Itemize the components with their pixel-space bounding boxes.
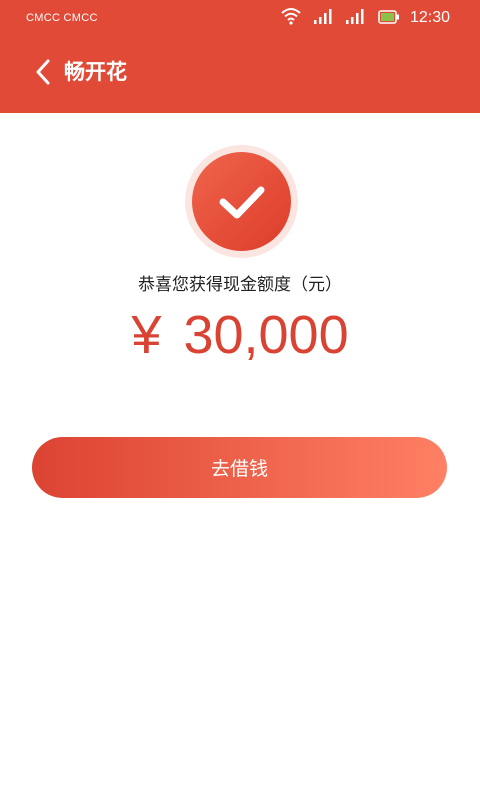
congrats-message: 恭喜您获得现金额度（元）	[138, 275, 342, 295]
signal-icon	[345, 8, 366, 28]
battery-icon	[378, 9, 400, 28]
back-button[interactable]	[28, 56, 58, 88]
page-title: 畅开花	[64, 60, 127, 84]
amount-value: 30,000	[183, 305, 349, 365]
check-icon	[219, 186, 264, 218]
signal-icon	[313, 8, 334, 28]
borrow-button[interactable]: 去借钱	[32, 437, 447, 498]
chevron-left-icon	[36, 59, 50, 85]
status-time: 12:30	[409, 9, 450, 26]
success-badge	[185, 145, 298, 258]
currency-symbol: ¥	[131, 305, 162, 365]
status-icons: 12:30	[268, 6, 450, 30]
status-bar: CMCC CMCC 12:30	[0, 0, 480, 38]
wifi-icon	[280, 7, 302, 29]
nav-bar: 畅开花	[0, 50, 480, 94]
app-header: CMCC CMCC 12:30 畅开花	[0, 0, 480, 113]
carrier-label: CMCC CMCC	[26, 12, 98, 24]
credit-amount: ¥30,000	[0, 302, 480, 368]
success-badge-circle	[192, 152, 291, 251]
